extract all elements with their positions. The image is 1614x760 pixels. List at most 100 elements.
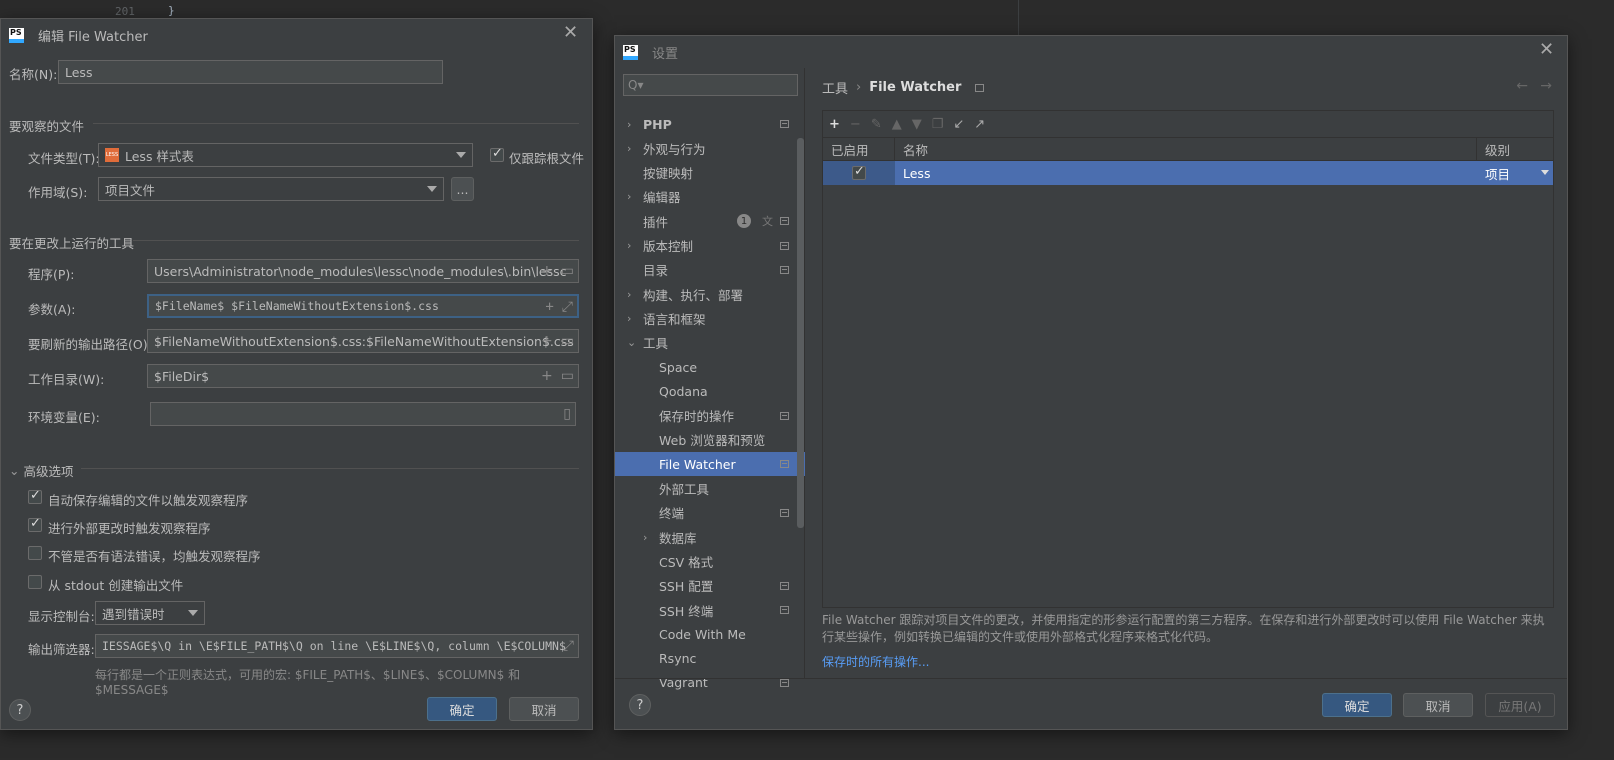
row-level-cell[interactable]: 项目 (1477, 161, 1553, 185)
scope-label: 作用域(S): (28, 185, 88, 200)
opt-stdout-checkbox[interactable] (28, 575, 42, 589)
sidebar-item[interactable]: › 版本控制 (615, 234, 805, 258)
scope-more-button[interactable]: ... (451, 177, 474, 201)
chevron-right-icon[interactable]: › (627, 312, 639, 325)
help-button[interactable]: ? (9, 699, 31, 721)
sidebar-item[interactable]: › 外观与行为 (615, 136, 805, 160)
row-enabled-cell[interactable] (823, 161, 895, 185)
track-root-checkbox[interactable] (490, 146, 504, 162)
move-down-icon[interactable]: ▼ (912, 117, 922, 132)
sidebar-item[interactable]: Web 浏览器和预览 (615, 428, 805, 452)
move-up-icon[interactable]: ▲ (892, 117, 902, 132)
table-row[interactable]: Less 项目 (823, 161, 1553, 185)
output-label: 要刷新的输出路径(O): (28, 337, 152, 352)
sidebar-item[interactable]: Qodana (615, 379, 805, 403)
sidebar-item[interactable]: › 编辑器 (615, 185, 805, 209)
name-label: 名称(N): (9, 67, 58, 82)
chevron-right-icon[interactable]: › (627, 118, 639, 131)
add-macro-icon[interactable]: + (541, 368, 553, 384)
sidebar-item[interactable]: ⌄ 工具 (615, 331, 805, 355)
sidebar-item[interactable]: 按键映射 (615, 161, 805, 185)
save-actions-link[interactable]: 保存时的所有操作... (822, 653, 929, 670)
add-macro-icon[interactable]: + (541, 263, 553, 279)
close-icon[interactable]: ✕ (1539, 39, 1554, 60)
sidebar-item[interactable]: 保存时的操作 (615, 404, 805, 428)
args-input[interactable]: $FileName$ $FileNameWithoutExtension$.cs… (147, 294, 579, 318)
chevron-down-icon: ⌄ (9, 463, 20, 478)
ok-button[interactable]: 确定 (1322, 693, 1392, 717)
apply-button[interactable]: 应用(A) (1485, 693, 1555, 717)
forward-arrow-icon[interactable]: → (1540, 78, 1552, 94)
col-level[interactable]: 级别 (1477, 138, 1553, 160)
chevron-right-icon[interactable]: › (627, 288, 639, 301)
chevron-right-icon[interactable]: › (643, 531, 655, 544)
output-paths-input[interactable]: $FileNameWithoutExtension$.css:$FileName… (147, 329, 579, 353)
name-input[interactable]: Less (58, 60, 443, 84)
help-button[interactable]: ? (629, 694, 651, 716)
folder-icon[interactable]: ▭ (561, 368, 574, 384)
sidebar-item[interactable]: SSH 终端 (615, 598, 805, 622)
sidebar-scrollbar[interactable] (797, 138, 804, 528)
opt-external-checkbox[interactable] (28, 516, 42, 532)
sidebar-item[interactable]: 目录 (615, 258, 805, 282)
row-enabled-checkbox[interactable] (852, 164, 866, 180)
chevron-right-icon[interactable]: › (627, 239, 639, 252)
col-name[interactable]: 名称 (895, 138, 1477, 160)
opt-autosave-checkbox[interactable] (28, 488, 42, 504)
console-select[interactable]: 遇到错误时 (95, 601, 205, 625)
edit-icon[interactable]: ✎ (871, 117, 882, 132)
import-icon[interactable]: ↙ (953, 117, 964, 132)
chevron-right-icon[interactable]: › (627, 142, 639, 155)
sidebar-item[interactable]: File Watcher (615, 452, 805, 477)
sidebar-item[interactable]: Code With Me (615, 622, 805, 646)
sidebar-item[interactable]: SSH 配置 (615, 574, 805, 598)
sidebar-item[interactable]: Vagrant (615, 671, 805, 695)
expand-icon[interactable]: ⤢ (563, 638, 574, 654)
sidebar-item[interactable]: 外部工具 (615, 477, 805, 501)
edit-env-icon[interactable]: ▯ (563, 406, 571, 422)
file-type-select[interactable]: LESS Less 样式表 (98, 143, 473, 167)
add-macro-icon[interactable]: + (541, 333, 553, 349)
sidebar-item[interactable]: › PHP (615, 112, 805, 136)
env-input[interactable]: ▯ (150, 402, 576, 426)
export-icon[interactable]: ↗ (974, 117, 985, 132)
add-macro-icon[interactable]: + (545, 299, 553, 315)
remove-icon[interactable]: − (850, 117, 861, 132)
sidebar-item[interactable]: CSV 格式 (615, 549, 805, 573)
add-icon[interactable]: + (829, 117, 840, 132)
cancel-button[interactable]: 取消 (1403, 693, 1473, 717)
copy-icon[interactable]: ❐ (932, 117, 944, 132)
chevron-right-icon[interactable]: › (627, 190, 639, 203)
console-value: 遇到错误时 (102, 606, 165, 622)
close-icon[interactable]: ✕ (563, 22, 578, 43)
breadcrumb-parent[interactable]: 工具 (822, 78, 848, 97)
expand-icon[interactable]: ⤢ (562, 299, 573, 315)
sidebar-item[interactable]: › 数据库 (615, 525, 805, 549)
sidebar-item[interactable]: 插件 1 文 (615, 209, 805, 233)
settings-content: 工具 › File Watcher ← → + − ✎ ▲ ▼ ❐ ↙ ↗ 已启… (806, 68, 1568, 678)
workdir-input[interactable]: $FileDir$ + ▭ (147, 364, 579, 388)
sidebar-item-label: Rsync (659, 651, 697, 667)
folder-icon[interactable]: ▭ (561, 263, 574, 279)
col-enabled[interactable]: 已启用 (823, 138, 895, 160)
program-input[interactable]: Users\Administrator\node_modules\lessc\n… (147, 259, 579, 283)
sidebar-item[interactable]: Rsync (615, 647, 805, 671)
scope-select[interactable]: 项目文件 (98, 177, 444, 201)
sidebar-item[interactable]: › 构建、执行、部署 (615, 282, 805, 306)
opt-autosave-label: 自动保存编辑的文件以触发观察程序 (48, 493, 249, 508)
chevron-down-icon[interactable]: ⌄ (627, 336, 639, 349)
advanced-section-title[interactable]: ⌄ 高级选项 (9, 461, 74, 480)
args-value: $FileName$ $FileNameWithoutExtension$.cs… (155, 299, 439, 313)
sidebar-item[interactable]: Space (615, 355, 805, 379)
ok-button[interactable]: 确定 (427, 697, 497, 721)
filter-hint: 每行都是一个正则表达式，可用的宏: $FILE_PATH$、$LINE$、$CO… (95, 668, 521, 697)
filter-input[interactable]: IESSAGE$\Q in \E$FILE_PATH$\Q on line \E… (95, 634, 579, 658)
folder-icon[interactable]: ▭ (561, 333, 574, 349)
sidebar-item[interactable]: 终端 (615, 501, 805, 525)
sidebar-item-label: 版本控制 (643, 239, 694, 254)
settings-search-input[interactable]: Q▾ (623, 74, 798, 96)
opt-syntax-checkbox[interactable] (28, 546, 42, 560)
cancel-button[interactable]: 取消 (509, 697, 579, 721)
back-arrow-icon[interactable]: ← (1516, 78, 1528, 94)
sidebar-item[interactable]: › 语言和框架 (615, 306, 805, 330)
